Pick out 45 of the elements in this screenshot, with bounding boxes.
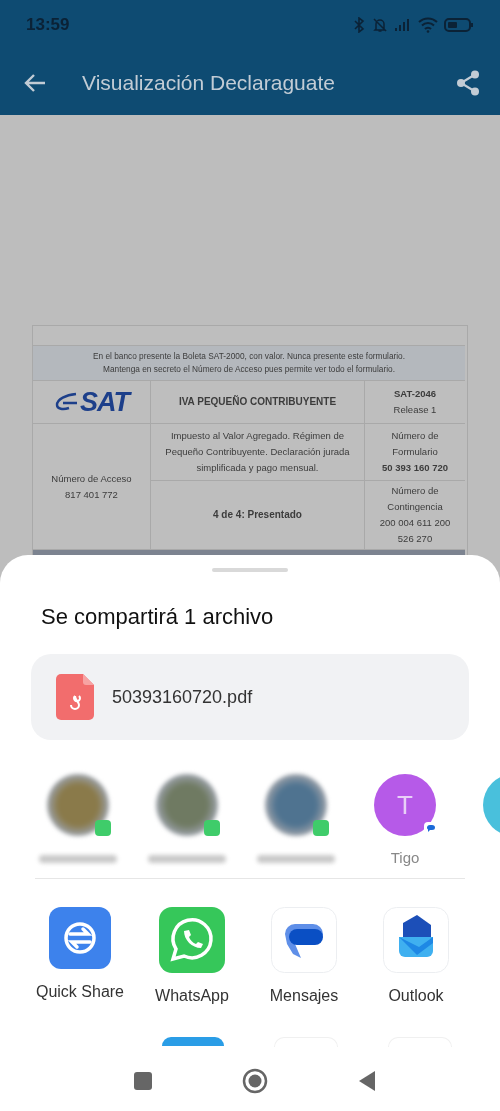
contact-name: Tigo [390, 849, 420, 866]
form-title: IVA PEQUEÑO CONTRIBUYENTE [151, 381, 365, 424]
signal-icon [394, 18, 412, 32]
battery-icon [444, 17, 474, 33]
back-arrow-icon[interactable] [24, 72, 46, 93]
contact-photo-placeholder[interactable] [265, 774, 327, 836]
wifi-icon [418, 17, 438, 33]
notice-text: Mantenga en secreto el Número de Acceso pues permite ver todo el formulario. [102, 363, 396, 376]
app-share-target[interactable]: WhatsApp [136, 907, 248, 1005]
status-time: 13:59 [26, 15, 70, 35]
sheet-title: Se compartirá 1 archivo [41, 604, 275, 630]
drag-handle[interactable] [212, 568, 288, 572]
contingency-label: Número de Contingencia [386, 484, 444, 514]
form-number: 50 393 160 720 [381, 461, 448, 475]
access-number: 817 401 772 [65, 487, 118, 502]
app-share-target[interactable]: Outlook [360, 907, 472, 1005]
form-number-label: Número de Formulario [390, 429, 440, 459]
app-share-target[interactable]: Quick Share [24, 907, 136, 1005]
chat-bubble-icon [271, 907, 337, 973]
whatsapp-icon [159, 907, 225, 973]
whatsapp-badge-icon [313, 820, 329, 836]
file-name: 50393160720.pdf [112, 686, 253, 708]
form-code: SAT-2046 [393, 387, 437, 401]
contact-photo-placeholder[interactable] [47, 774, 109, 836]
contingency-number: 200 004 611 200 526 270 [378, 516, 452, 546]
bell-off-icon [372, 17, 388, 33]
whatsapp-badge-icon [204, 820, 220, 836]
quick-share-icon [49, 907, 111, 969]
app-icon[interactable] [162, 1037, 224, 1046]
recents-button[interactable] [134, 1072, 152, 1090]
swoosh-icon [54, 391, 80, 413]
whatsapp-badge-icon [95, 820, 111, 836]
envelope-icon [383, 907, 449, 973]
notice-text: En el banco presente la Boleta SAT-2000, con valor. Nunca presente este formulario. [91, 350, 407, 363]
bluetooth-icon [352, 17, 366, 33]
back-button[interactable] [358, 1070, 376, 1092]
share-icon[interactable] [456, 69, 480, 96]
home-button[interactable] [242, 1068, 268, 1094]
contact-photo-placeholder[interactable] [156, 774, 218, 836]
form-description: Impuesto al Valor Agregado. Régimen de Pequeño Contribuyente. Declaración jurada simplificada y pago mensual. [151, 424, 365, 481]
app-share-target[interactable]: Mensajes [248, 907, 360, 1005]
pdf-file-icon [56, 674, 94, 720]
access-label: Número de Acceso [51, 471, 132, 486]
screen-title: Visualización Declaraguate [82, 70, 336, 95]
release-text: Release 1 [393, 403, 437, 417]
